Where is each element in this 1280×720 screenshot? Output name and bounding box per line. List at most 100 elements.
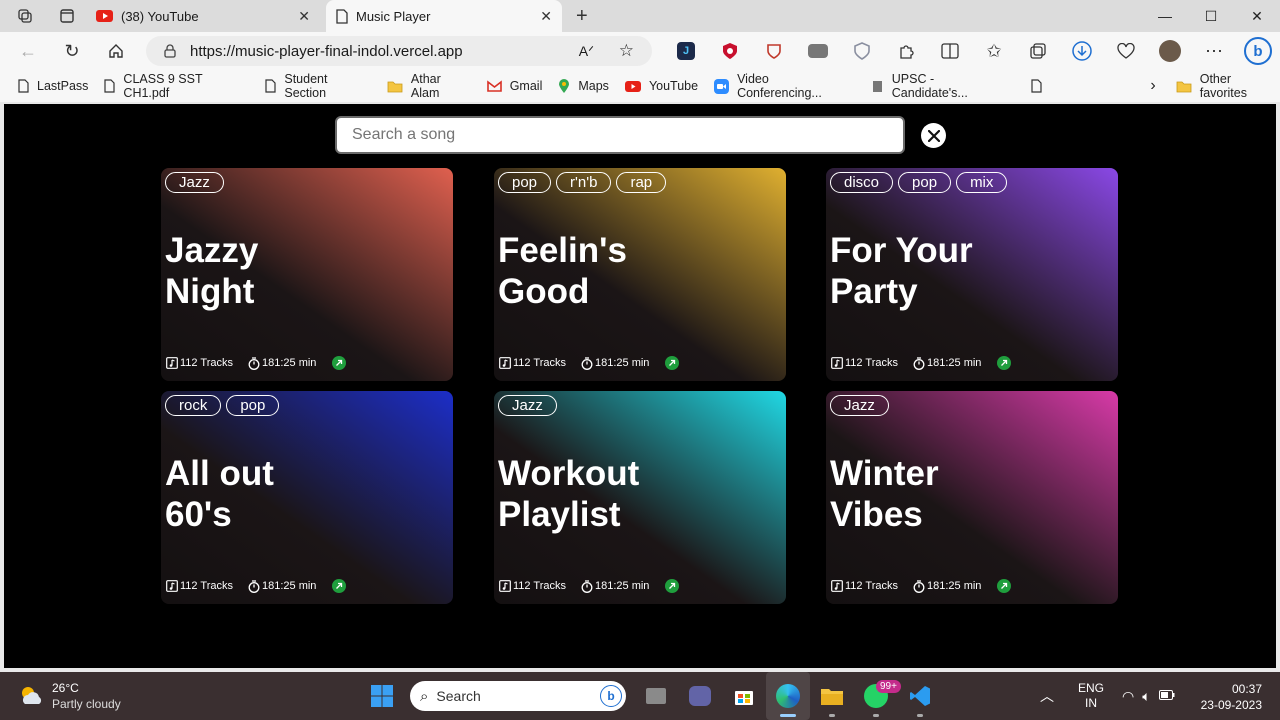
- teams-chat-icon[interactable]: [678, 672, 722, 720]
- genre-tag[interactable]: mix: [956, 172, 1008, 193]
- duration: 181:25 min: [913, 579, 981, 593]
- extension-cards-icon[interactable]: [796, 44, 840, 58]
- clear-search-button[interactable]: [921, 123, 946, 148]
- genre-tag[interactable]: disco: [830, 172, 894, 193]
- chevron-up-icon[interactable]: ︿: [1040, 686, 1054, 706]
- playlist-card[interactable]: Jazz Winter Vibes 112 Tracks 181:25 min: [826, 391, 1118, 604]
- bookmark-student-section[interactable]: Student Section: [265, 72, 371, 100]
- collections-icon[interactable]: [1016, 42, 1060, 60]
- genre-tag[interactable]: Jazz: [830, 395, 889, 416]
- file-explorer-icon[interactable]: [810, 672, 854, 720]
- bookmark-lastpass[interactable]: LastPass: [18, 79, 88, 93]
- playlist-card[interactable]: disco pop mix For Your Party 112 Tracks 181:25…: [826, 168, 1118, 381]
- open-playlist-button[interactable]: [997, 579, 1012, 593]
- language-indicator[interactable]: ENG IN: [1078, 681, 1104, 711]
- workspaces-icon[interactable]: [14, 5, 36, 27]
- back-icon[interactable]: ←: [6, 41, 50, 62]
- ublock-icon[interactable]: [708, 42, 752, 60]
- bookmark-maps[interactable]: Maps: [558, 78, 609, 94]
- bookmark-youtube[interactable]: YouTube: [624, 79, 698, 93]
- edge-browser-icon[interactable]: [766, 672, 810, 720]
- taskbar-search[interactable]: ⌕ Search b: [410, 681, 626, 711]
- gmail-icon: [486, 80, 502, 92]
- whatsapp-icon[interactable]: 99+: [854, 672, 901, 720]
- genre-tags: Jazz: [498, 395, 557, 416]
- maximize-icon[interactable]: ☐: [1188, 0, 1234, 32]
- genre-tag[interactable]: pop: [226, 395, 280, 416]
- open-playlist-button[interactable]: [332, 579, 347, 593]
- tab-actions-icon[interactable]: [56, 5, 78, 27]
- playlist-meta: 112 Tracks 181:25 min: [166, 579, 347, 593]
- genre-tags: Jazz: [165, 172, 224, 193]
- arrow-up-right-icon: [669, 582, 676, 589]
- open-playlist-button[interactable]: [665, 579, 680, 593]
- playlist-card[interactable]: pop r'n'b rap Feelin's Good 112 Tracks 181:25 …: [494, 168, 786, 381]
- favorites-icon[interactable]: ✩: [972, 41, 1016, 62]
- youtube-icon: [624, 80, 641, 92]
- lock-icon[interactable]: [164, 44, 176, 58]
- refresh-icon[interactable]: ↻: [50, 41, 94, 62]
- playlist-card[interactable]: rock pop All out 60's 112 Tracks 181:25 min: [161, 391, 453, 604]
- playlist-meta: 112 Tracks 181:25 min: [831, 356, 1012, 370]
- open-playlist-button[interactable]: [997, 356, 1012, 370]
- battery-icon[interactable]: [1158, 689, 1175, 703]
- bookmark-page[interactable]: [1031, 79, 1050, 93]
- genre-tag[interactable]: Jazz: [498, 395, 557, 416]
- bing-copilot-icon[interactable]: b: [1236, 37, 1280, 65]
- more-menu-icon[interactable]: ⋯: [1192, 41, 1236, 62]
- vscode-icon[interactable]: [898, 672, 942, 720]
- home-icon[interactable]: [94, 43, 138, 59]
- extension-shield-icon[interactable]: [752, 43, 796, 59]
- genre-tag[interactable]: pop: [498, 172, 552, 193]
- bookmark-zoom[interactable]: Video Conferencing...: [714, 72, 855, 100]
- close-tab-icon[interactable]: ✕: [298, 8, 310, 25]
- song-search-input[interactable]: [335, 116, 905, 154]
- taskbar: 26°C Partly cloudy ⌕ Search b 99+ ︿ ENG …: [0, 672, 1280, 720]
- track-count: 112 Tracks: [845, 357, 898, 369]
- genre-tag[interactable]: r'n'b: [556, 172, 612, 193]
- bookmark-gmail[interactable]: Gmail: [486, 79, 542, 93]
- split-screen-icon[interactable]: [928, 43, 972, 59]
- tab-youtube[interactable]: (38) YouTube ✕: [86, 0, 320, 32]
- microsoft-store-icon[interactable]: [722, 672, 766, 720]
- open-playlist-button[interactable]: [332, 356, 347, 370]
- genre-tag[interactable]: Jazz: [165, 172, 224, 193]
- tab-music-player[interactable]: Music Player ✕: [326, 0, 562, 32]
- bookmark-upsc[interactable]: UPSC - Candidate's...: [871, 72, 1012, 100]
- genre-tag[interactable]: rock: [165, 395, 222, 416]
- genre-tags: Jazz: [830, 395, 889, 416]
- arrow-up-right-icon: [1001, 359, 1008, 366]
- profile-avatar[interactable]: [1148, 40, 1192, 62]
- downloads-icon[interactable]: [1060, 41, 1104, 61]
- close-tab-icon[interactable]: ✕: [540, 8, 552, 25]
- wifi-icon[interactable]: ◠: [1122, 688, 1134, 705]
- weather-widget[interactable]: 26°C Partly cloudy: [18, 680, 121, 712]
- bookmark-other-favorites[interactable]: Other favorites: [1176, 72, 1280, 100]
- task-view-icon[interactable]: [634, 672, 678, 720]
- bookmarks-overflow-icon[interactable]: ›: [1150, 77, 1155, 95]
- maps-icon: [558, 78, 570, 94]
- playlist-card[interactable]: Jazz Jazzy Night 112 Tracks 181:25 min: [161, 168, 453, 381]
- extension-j-icon[interactable]: J: [664, 42, 708, 60]
- favorite-star-icon[interactable]: ☆: [619, 41, 634, 61]
- duration-text: 181:25 min: [595, 580, 650, 592]
- close-window-icon[interactable]: ✕: [1234, 0, 1280, 32]
- track-count: 112 Tracks: [513, 357, 566, 369]
- bookmark-athar-alam[interactable]: Athar Alam: [387, 72, 471, 100]
- read-aloud-icon[interactable]: Aᐟ: [579, 43, 594, 60]
- open-playlist-button[interactable]: [665, 356, 680, 370]
- genre-tag[interactable]: pop: [898, 172, 952, 193]
- volume-icon[interactable]: 🔈︎: [1142, 688, 1150, 705]
- performance-icon[interactable]: [1104, 43, 1148, 59]
- extension-guard-icon[interactable]: [840, 42, 884, 60]
- genre-tag[interactable]: rap: [616, 172, 667, 193]
- search-icon: ⌕: [420, 687, 429, 705]
- extensions-puzzle-icon[interactable]: [884, 42, 928, 60]
- clock[interactable]: 00:37 23-09-2023: [1201, 681, 1262, 713]
- playlist-card[interactable]: Jazz Workout Playlist 112 Tracks 181:25 min: [494, 391, 786, 604]
- minimize-icon[interactable]: —: [1142, 0, 1188, 32]
- address-bar[interactable]: https://music-player-final-indol.vercel.…: [146, 36, 652, 66]
- new-tab-icon[interactable]: +: [576, 5, 588, 28]
- start-button[interactable]: [360, 672, 404, 720]
- bookmark-class9[interactable]: CLASS 9 SST CH1.pdf: [104, 72, 249, 100]
